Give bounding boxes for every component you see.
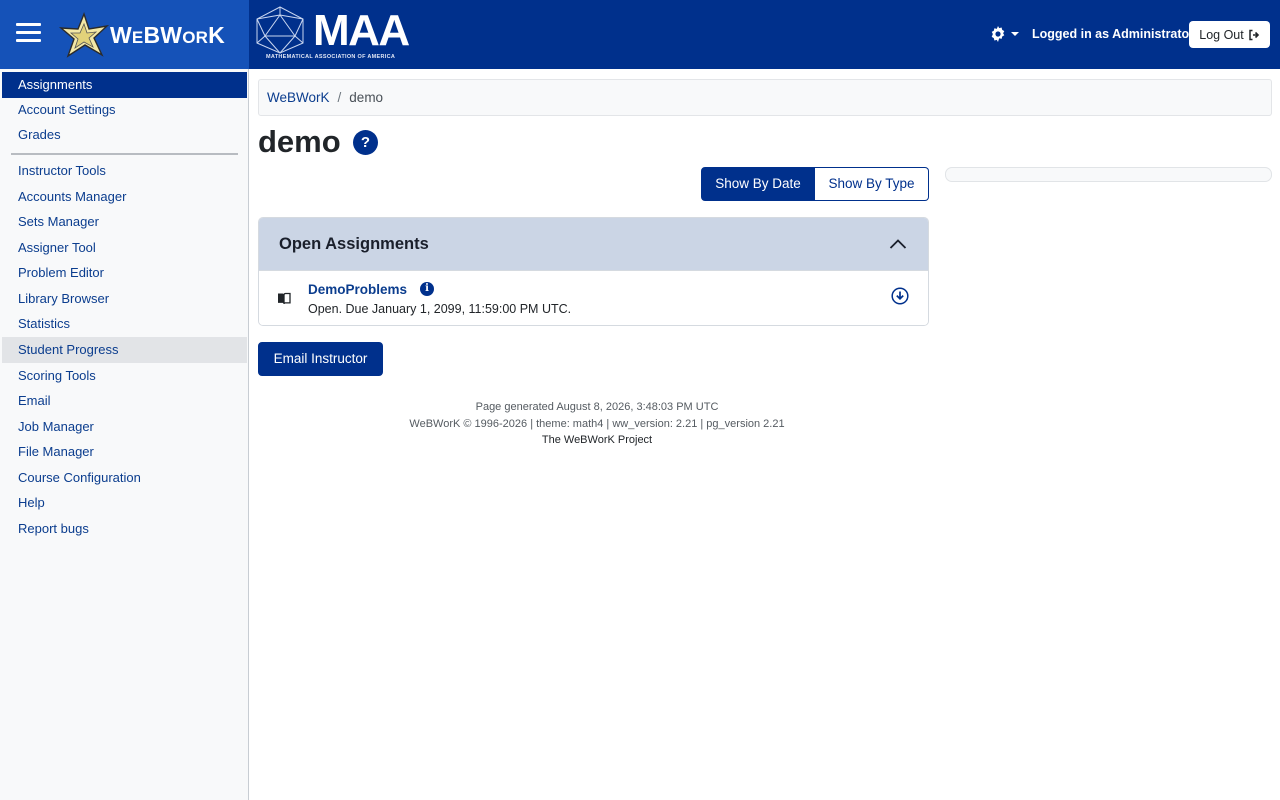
chevron-down-icon [1011, 32, 1019, 36]
breadcrumb: WeBWorK / demo [258, 79, 1272, 116]
gear-icon [991, 26, 1005, 42]
breadcrumb-root-link[interactable]: WeBWorK [267, 90, 330, 105]
sidebar-item-help[interactable]: Help [2, 490, 247, 516]
webwork-logo[interactable]: WEBWORK [58, 12, 228, 58]
help-icon[interactable]: ? [353, 130, 378, 155]
sidebar-divider [11, 153, 238, 155]
sidebar-item-course-configuration[interactable]: Course Configuration [2, 465, 247, 491]
settings-dropdown[interactable] [988, 24, 1022, 44]
logout-button[interactable]: Log Out [1189, 21, 1270, 48]
maa-icosahedron-icon [256, 6, 304, 54]
show-by-type-button[interactable]: Show By Type [815, 167, 929, 201]
set-status: Open. Due January 1, 2099, 11:59:00 PM U… [308, 302, 572, 316]
show-by-date-button[interactable]: Show By Date [701, 167, 815, 201]
sidebar-item-email[interactable]: Email [2, 388, 247, 414]
download-icon[interactable] [891, 287, 909, 305]
webwork-wordmark: WEBWORK [110, 22, 225, 48]
info-panel [945, 167, 1272, 182]
list-item: DemoProblems i Open. Due January 1, 2099… [259, 272, 928, 325]
info-icon[interactable]: i [420, 282, 434, 296]
footer-project-link[interactable]: The WeBWorK Project [258, 432, 936, 449]
set-link-demoproblems[interactable]: DemoProblems [308, 282, 407, 297]
breadcrumb-current: demo [349, 90, 384, 105]
sidebar-item-file-manager[interactable]: File Manager [2, 439, 247, 465]
breadcrumb-separator: / [337, 90, 342, 105]
view-toggle-group: Show By Date Show By Type [701, 167, 929, 201]
open-assignments-header[interactable]: Open Assignments [259, 218, 928, 271]
menu-toggle-icon[interactable] [16, 22, 41, 44]
logout-icon [1248, 29, 1259, 40]
section-title: Open Assignments [279, 235, 429, 253]
logged-in-status: Logged in as Administrator. [1032, 27, 1197, 41]
footer-version: WeBWorK © 1996-2026 | theme: math4 | ww_… [409, 417, 785, 430]
sidebar-item-problem-editor[interactable]: Problem Editor [2, 260, 247, 286]
sidebar-item-account-settings[interactable]: Account Settings [2, 97, 247, 123]
sidebar-nav: Assignments Account Settings Grades Inst… [0, 69, 249, 800]
maa-logo[interactable]: MAA MATHEMATICAL ASSOCIATION OF AMERICA [253, 5, 410, 65]
logout-label: Log Out [1199, 27, 1244, 42]
top-navbar: WEBWORK MAA MATHEMATICAL ASSOCIATION OF … [0, 0, 1280, 69]
brand-panel: WEBWORK [0, 0, 249, 69]
book-icon [278, 292, 291, 305]
page-footer: Page generated August 8, 2026, 3:48:03 P… [258, 399, 936, 449]
sidebar-item-assigner-tool[interactable]: Assigner Tool [2, 235, 247, 261]
email-instructor-button[interactable]: Email Instructor [258, 342, 383, 376]
sidebar-item-sets-manager[interactable]: Sets Manager [2, 209, 247, 235]
sidebar-item-instructor-tools[interactable]: Instructor Tools [2, 158, 247, 184]
sidebar-item-report-bugs[interactable]: Report bugs [2, 516, 247, 542]
footer-generated: Page generated August 8, 2026, 3:48:03 P… [475, 401, 719, 413]
chevron-up-icon [889, 239, 907, 249]
sidebar-item-job-manager[interactable]: Job Manager [2, 414, 247, 440]
sidebar-item-accounts-manager[interactable]: Accounts Manager [2, 184, 247, 210]
page-title: demo [258, 124, 341, 159]
sidebar-item-assignments[interactable]: Assignments [2, 72, 247, 98]
maa-subtitle: MATHEMATICAL ASSOCIATION OF AMERICA [266, 54, 396, 60]
sidebar-item-library-browser[interactable]: Library Browser [2, 286, 247, 312]
sidebar-item-student-progress[interactable]: Student Progress [2, 337, 247, 363]
webwork-star-icon [58, 12, 110, 58]
maa-title: MAA [313, 6, 410, 55]
sidebar-item-grades[interactable]: Grades [2, 122, 247, 148]
sidebar-item-scoring-tools[interactable]: Scoring Tools [2, 363, 247, 389]
open-assignments-card: Open Assignments DemoProblems i Open. Du… [258, 217, 929, 326]
sidebar-item-statistics[interactable]: Statistics [2, 311, 247, 337]
